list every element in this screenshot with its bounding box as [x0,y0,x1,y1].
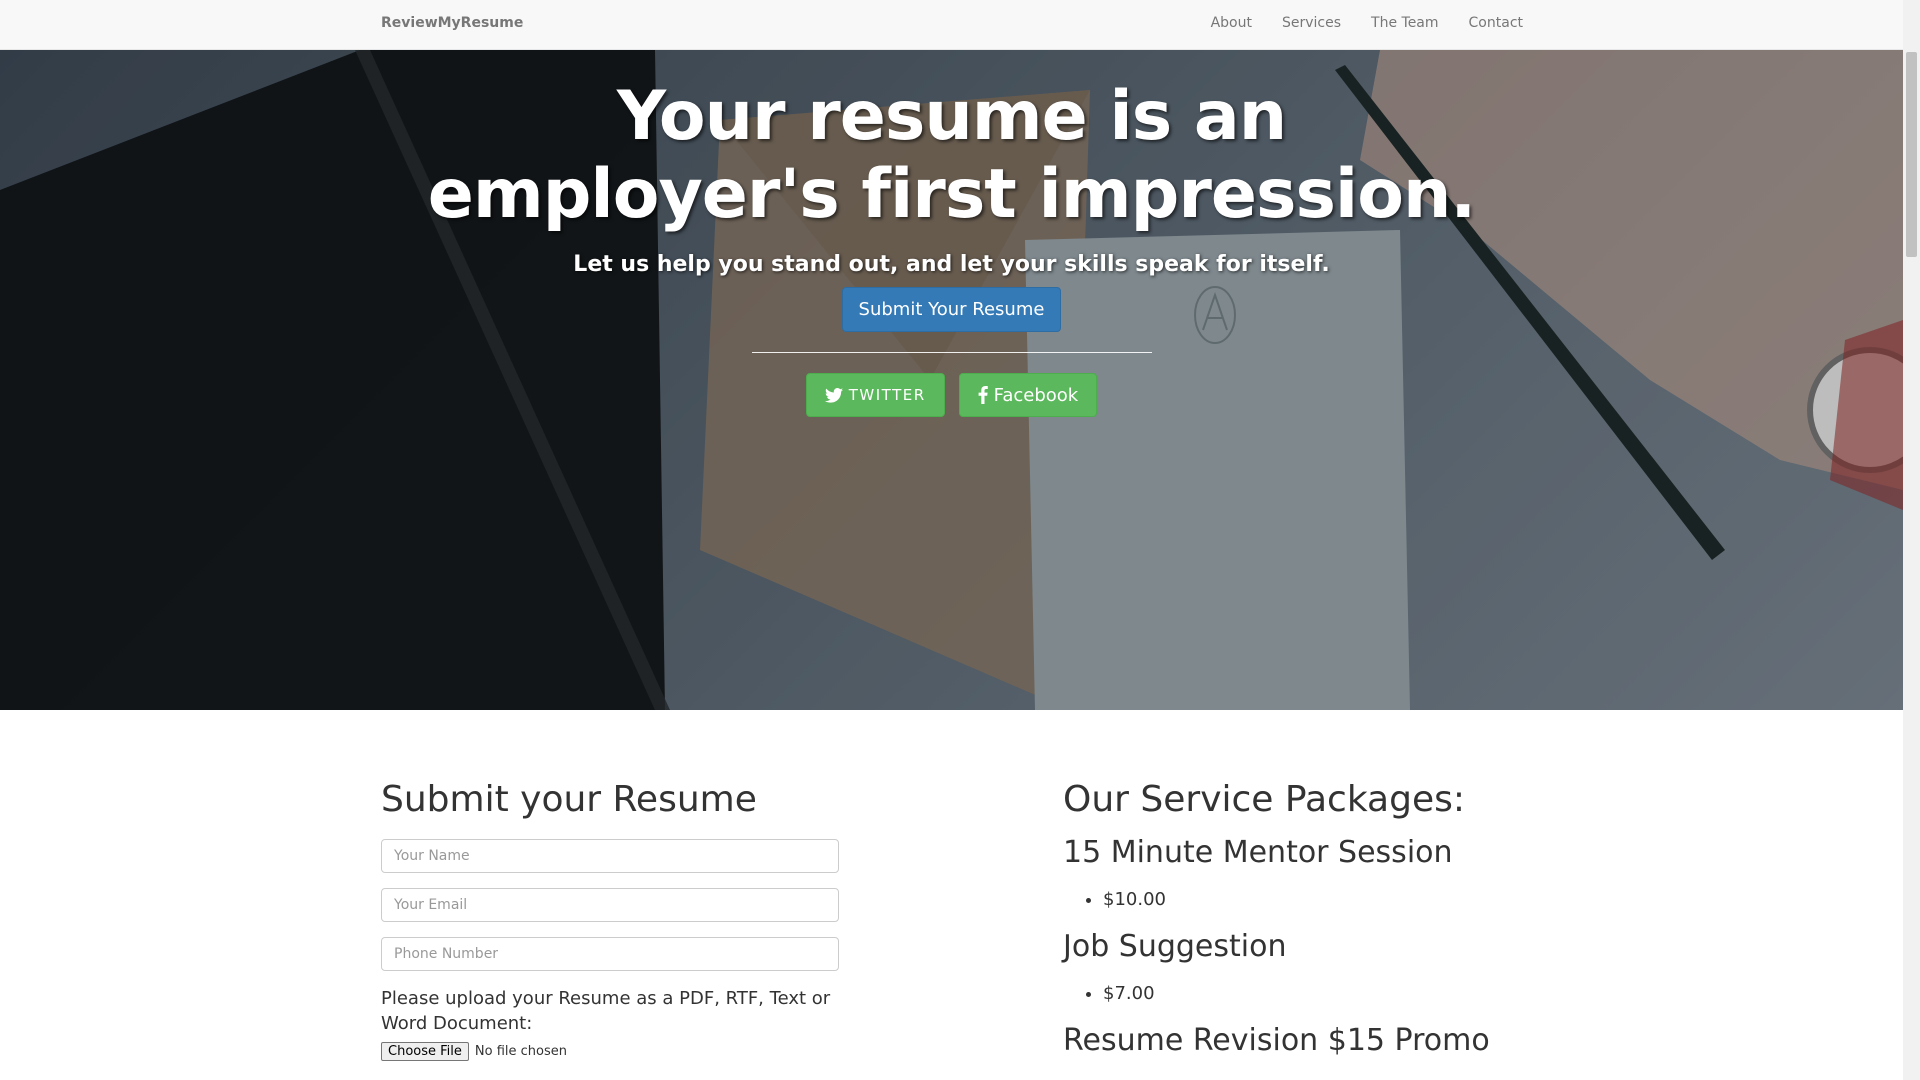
package-name: Job Suggestion [1063,929,1287,964]
upload-instructions: Please upload your Resume as a PDF, RTF,… [381,988,831,1034]
facebook-button[interactable]: Facebook [958,373,1098,417]
file-status: No file chosen [474,1044,567,1059]
phone-input[interactable] [381,937,839,971]
social-buttons: TWITTER Facebook [0,373,1903,417]
service-packages: Our Service Packages: 15 Minute Mentor S… [1063,775,1523,1065]
package-name: Resume Revision $15 Promo [1063,1023,1490,1058]
hero-divider [751,352,1152,353]
choose-file-button[interactable]: Choose File [381,1042,469,1061]
package-price: $10.00 [1103,887,1523,913]
form-title: Submit your Resume [381,779,757,820]
facebook-label: Facebook [993,384,1079,406]
nav-the-team[interactable]: The Team [1371,15,1439,31]
package-name: 15 Minute Mentor Session [1063,835,1453,870]
hero-content: Your resume is an employer's first impre… [0,50,1903,417]
email-input[interactable] [381,888,839,922]
hero-tagline: Let us help you stand out, and let your … [573,252,1330,277]
brand-link[interactable]: ReviewMyResume [381,15,523,31]
twitter-label: TWITTER [848,386,926,404]
facebook-icon [978,386,988,404]
file-upload: Choose File No file chosen [381,1042,841,1061]
navbar: ReviewMyResume About Services The Team C… [0,0,1903,50]
package-price-list: $10.00 [1063,887,1523,913]
submit-resume-form: Submit your Resume Please upload your Re… [381,775,841,1061]
package-item: Resume Revision $15 Promo [1063,1017,1523,1065]
packages-title: Our Service Packages: [1063,779,1465,820]
hero-headline: Your resume is an employer's first impre… [427,77,1476,234]
package-price-list: $7.00 [1063,981,1523,1007]
package-price: $7.00 [1103,981,1523,1007]
nav-contact[interactable]: Contact [1469,15,1523,31]
twitter-button[interactable]: TWITTER [805,373,945,417]
nav-links: About Services The Team Contact [1181,15,1523,31]
page-scrollbar[interactable] [1903,0,1920,1080]
nav-services[interactable]: Services [1282,15,1341,31]
twitter-icon [824,387,843,403]
package-item: Job Suggestion $7.00 [1063,923,1523,1007]
nav-about[interactable]: About [1211,15,1252,31]
hero-section: Your resume is an employer's first impre… [0,50,1903,710]
scrollbar-thumb[interactable] [1906,52,1917,257]
package-item: 15 Minute Mentor Session $10.00 [1063,829,1523,913]
name-input[interactable] [381,839,839,873]
submit-resume-cta-button[interactable]: Submit Your Resume [841,287,1062,332]
